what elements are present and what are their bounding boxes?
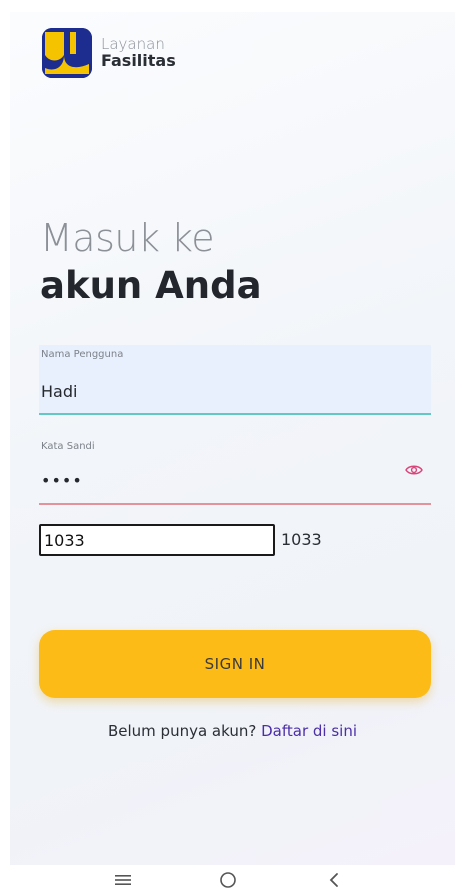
captcha-code: 1033 [281,530,322,549]
login-screen: Layanan Fasilitas Masuk ke akun Anda Nam… [10,12,455,865]
password-label: Kata Sandi [41,441,95,452]
brand-line2: Fasilitas [101,51,176,71]
system-nav-bar [0,865,457,895]
back-chevron-icon[interactable] [322,868,346,892]
brand-name: Layanan Fasilitas [101,36,176,70]
username-label: Nama Pengguna [41,349,124,360]
password-field[interactable]: Kata Sandi •••• [39,437,431,505]
captcha-input[interactable] [39,524,275,556]
brand-line1: Layanan [101,34,165,53]
register-prompt: Belum punya akun? Daftar di sini [10,722,455,740]
sign-in-button[interactable]: SIGN IN [39,630,431,698]
username-field[interactable]: Nama Pengguna Hadi [39,345,431,415]
register-text: Belum punya akun? [107,722,257,740]
title-line1: Masuk ke [40,216,215,260]
register-link[interactable]: Daftar di sini [261,722,357,740]
title-line2: akun Anda [40,264,262,307]
eye-icon[interactable] [405,461,423,475]
username-input[interactable]: Hadi [41,382,77,401]
home-circle-icon[interactable] [216,868,240,892]
password-input[interactable]: •••• [41,471,83,490]
app-header: Layanan Fasilitas [42,28,176,78]
menu-icon[interactable] [111,868,135,892]
page-title: Masuk ke akun Anda [40,216,262,307]
pu-logo-icon [42,28,92,78]
